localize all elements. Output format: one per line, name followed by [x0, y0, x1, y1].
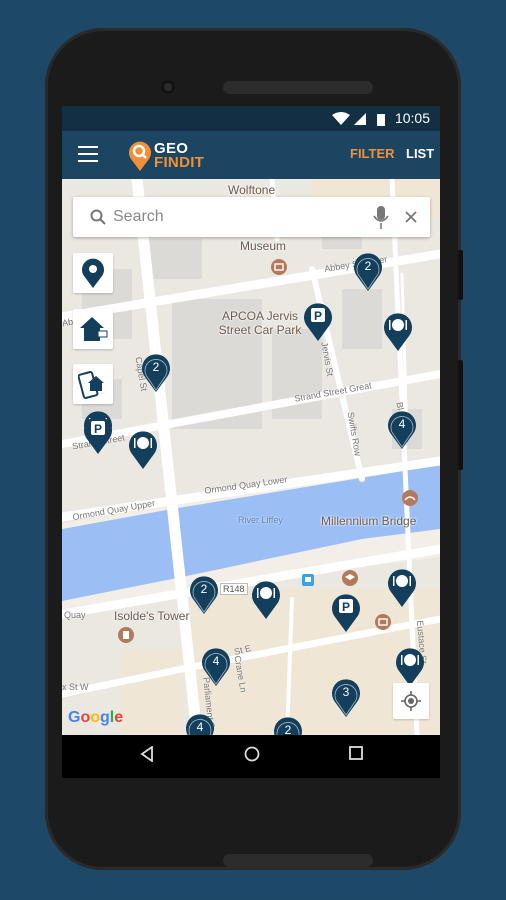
- restaurant-pin-icon: [129, 431, 157, 469]
- back-icon[interactable]: [140, 745, 154, 767]
- location-pin-button[interactable]: [73, 253, 113, 293]
- restaurant-marker[interactable]: [250, 579, 282, 619]
- restaurant-pin-icon: [396, 648, 424, 686]
- cluster-marker[interactable]: 4: [184, 712, 216, 735]
- cluster-marker[interactable]: 2: [272, 715, 304, 735]
- tower-icon: [118, 627, 134, 643]
- clear-icon[interactable]: [405, 211, 417, 223]
- app-bar: GEO FINDIT FILTER LIST: [62, 131, 440, 179]
- street-essex-w: x St W: [62, 682, 89, 692]
- restaurant-marker[interactable]: [394, 646, 426, 686]
- hamburger-menu-icon[interactable]: [78, 146, 98, 162]
- volume-button: [458, 250, 463, 300]
- restaurant-marker[interactable]: [386, 567, 418, 607]
- list-button[interactable]: LIST: [406, 146, 434, 161]
- cluster-marker[interactable]: 2: [188, 574, 220, 614]
- cluster-marker[interactable]: 2: [352, 251, 384, 291]
- map[interactable]: Wolftone Museum APCOA Jervis Street Car …: [62, 179, 440, 735]
- bus-stop-icon: [302, 574, 314, 586]
- cluster-count: 2: [284, 723, 292, 735]
- map-label-museum: Museum: [240, 239, 287, 253]
- home-button[interactable]: [73, 309, 113, 349]
- museum-icon: [271, 259, 287, 275]
- search-icon: [90, 209, 106, 225]
- crosshair-icon: [401, 691, 421, 711]
- school-icon: [342, 570, 358, 586]
- parking-pin-icon: P: [332, 594, 360, 632]
- recents-icon[interactable]: [349, 746, 363, 765]
- location-pin-icon: [82, 258, 104, 288]
- svg-text:P: P: [342, 600, 350, 614]
- road-shield-r148: R148: [220, 583, 248, 595]
- restaurant-marker[interactable]: [127, 429, 159, 469]
- mobile-home-icon: [78, 371, 104, 399]
- restaurant-pin-icon: [388, 569, 416, 607]
- wifi-icon: [332, 112, 350, 125]
- microphone-icon[interactable]: [373, 206, 389, 230]
- camera: [161, 80, 175, 94]
- search-input[interactable]: [113, 206, 353, 228]
- cluster-count: 4: [212, 654, 220, 668]
- home-nav-icon[interactable]: [244, 746, 260, 767]
- cluster-count: 3: [342, 685, 350, 699]
- parking-marker[interactable]: P: [82, 414, 114, 454]
- parking-marker[interactable]: P: [302, 301, 334, 341]
- home-icon: [80, 317, 108, 341]
- parking-pin-icon: P: [304, 303, 332, 341]
- power-button: [458, 360, 463, 470]
- restaurant-pin-icon: [384, 313, 412, 351]
- svg-text:P: P: [94, 422, 102, 436]
- filter-button[interactable]: FILTER: [350, 146, 395, 161]
- battery-icon: [377, 114, 385, 126]
- museum-icon: [375, 614, 391, 630]
- my-location-button[interactable]: [393, 683, 429, 719]
- search-bar: [73, 197, 430, 237]
- signal-icon: [354, 113, 366, 125]
- street-quay: Quay: [64, 610, 86, 620]
- cluster-marker[interactable]: 2: [140, 352, 172, 392]
- cluster-marker[interactable]: 4: [200, 646, 232, 686]
- cluster-count: 4: [196, 720, 204, 734]
- restaurant-pin-icon: [252, 581, 280, 619]
- status-icons: [332, 112, 385, 126]
- screen: 10:05 GEO FINDIT FILTER LIST Wolftone Mu…: [62, 106, 440, 778]
- logo: GEO FINDIT: [128, 139, 218, 171]
- cluster-count: 2: [364, 259, 372, 273]
- cluster-count: 4: [398, 417, 406, 431]
- mobile-home-button[interactable]: [73, 364, 113, 404]
- parking-pin-icon: P: [84, 416, 112, 454]
- clock: 10:05: [394, 110, 430, 126]
- map-label-millennium-bridge: Millennium Bridge: [321, 514, 417, 528]
- navigation-bar: [62, 735, 440, 778]
- earpiece: [223, 81, 373, 94]
- map-label-wolftone: Wolftone: [228, 183, 276, 197]
- svg-text:P: P: [314, 309, 322, 323]
- speaker: [223, 854, 373, 867]
- logo-pin-icon: [129, 141, 151, 171]
- river-label: River Liffey: [238, 515, 283, 525]
- parking-marker[interactable]: P: [330, 592, 362, 632]
- status-bar: 10:05: [62, 106, 440, 131]
- google-logo: Google: [68, 709, 124, 726]
- cluster-count: 2: [200, 582, 208, 596]
- cluster-marker[interactable]: 3: [330, 677, 362, 717]
- restaurant-marker[interactable]: [382, 311, 414, 351]
- bridge-icon: [402, 490, 418, 506]
- cluster-marker[interactable]: 4: [386, 409, 418, 449]
- cluster-count: 2: [152, 360, 160, 374]
- map-label-isoldes-tower: Isolde's Tower: [114, 609, 190, 623]
- map-label-carpark: APCOA Jervis Street Car Park: [218, 309, 302, 337]
